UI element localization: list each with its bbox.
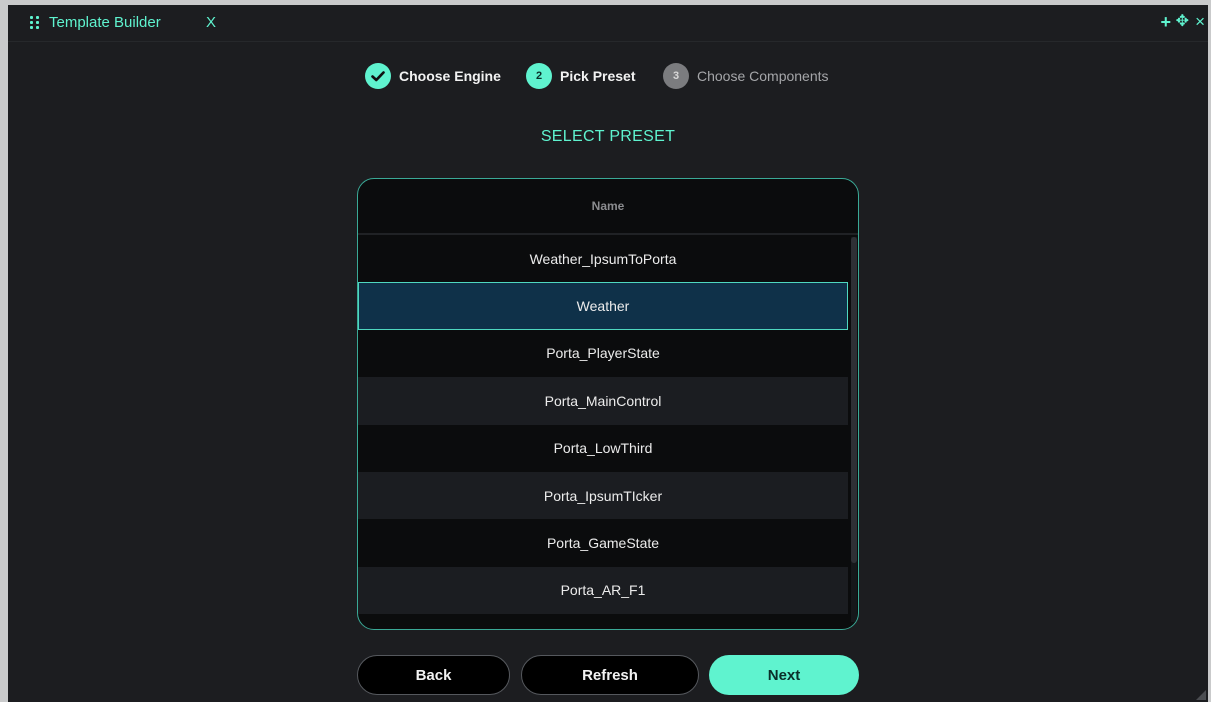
step-label: Choose Components [697,68,829,84]
step-completed-icon [365,63,391,89]
step-number: 3 [663,63,689,89]
step-choose-engine[interactable]: Choose Engine [365,61,501,91]
template-builder-window: Template Builder X + ✥ × Choose Engine 2… [8,5,1208,702]
step-number: 2 [526,63,552,89]
preset-table: Name Weather_IpsumToPorta Weather Porta_… [357,178,859,630]
step-choose-components[interactable]: 3 Choose Components [663,61,829,91]
table-row-selected[interactable]: Weather [358,282,848,330]
table-row[interactable]: Porta_LowThird [358,425,848,472]
refresh-button[interactable]: Refresh [521,655,699,695]
title-close-button[interactable]: X [206,14,216,31]
table-row[interactable]: Weather_IpsumToPorta [358,235,848,282]
drag-handle-icon[interactable] [30,16,41,30]
table-row[interactable]: Porta_AR_F1 [358,566,848,615]
window-title: Template Builder [49,14,161,31]
resize-handle-icon[interactable] [1196,690,1206,700]
table-row[interactable]: Porta_IpsumTIcker [358,471,848,520]
add-icon[interactable]: + [1160,13,1171,31]
table-row[interactable]: Porta_GameState [358,519,848,566]
wizard-stepper: Choose Engine 2 Pick Preset 3 Choose Com… [8,61,1208,91]
back-button[interactable]: Back [357,655,510,695]
step-pick-preset[interactable]: 2 Pick Preset [526,61,636,91]
column-header-name[interactable]: Name [358,179,858,235]
title-bar[interactable]: Template Builder X + ✥ × [8,5,1208,42]
move-icon[interactable]: ✥ [1176,14,1189,30]
table-row[interactable]: Porta_PlayerState [358,330,848,377]
step-label: Pick Preset [560,68,636,84]
table-row[interactable]: Porta_MainControl [358,377,848,425]
preset-list: Weather_IpsumToPorta Weather Porta_Playe… [358,235,848,615]
section-heading: SELECT PRESET [540,128,676,145]
step-label: Choose Engine [399,68,501,84]
close-icon[interactable]: × [1195,13,1205,30]
next-button[interactable]: Next [709,655,859,695]
scrollbar-thumb[interactable] [851,237,857,563]
